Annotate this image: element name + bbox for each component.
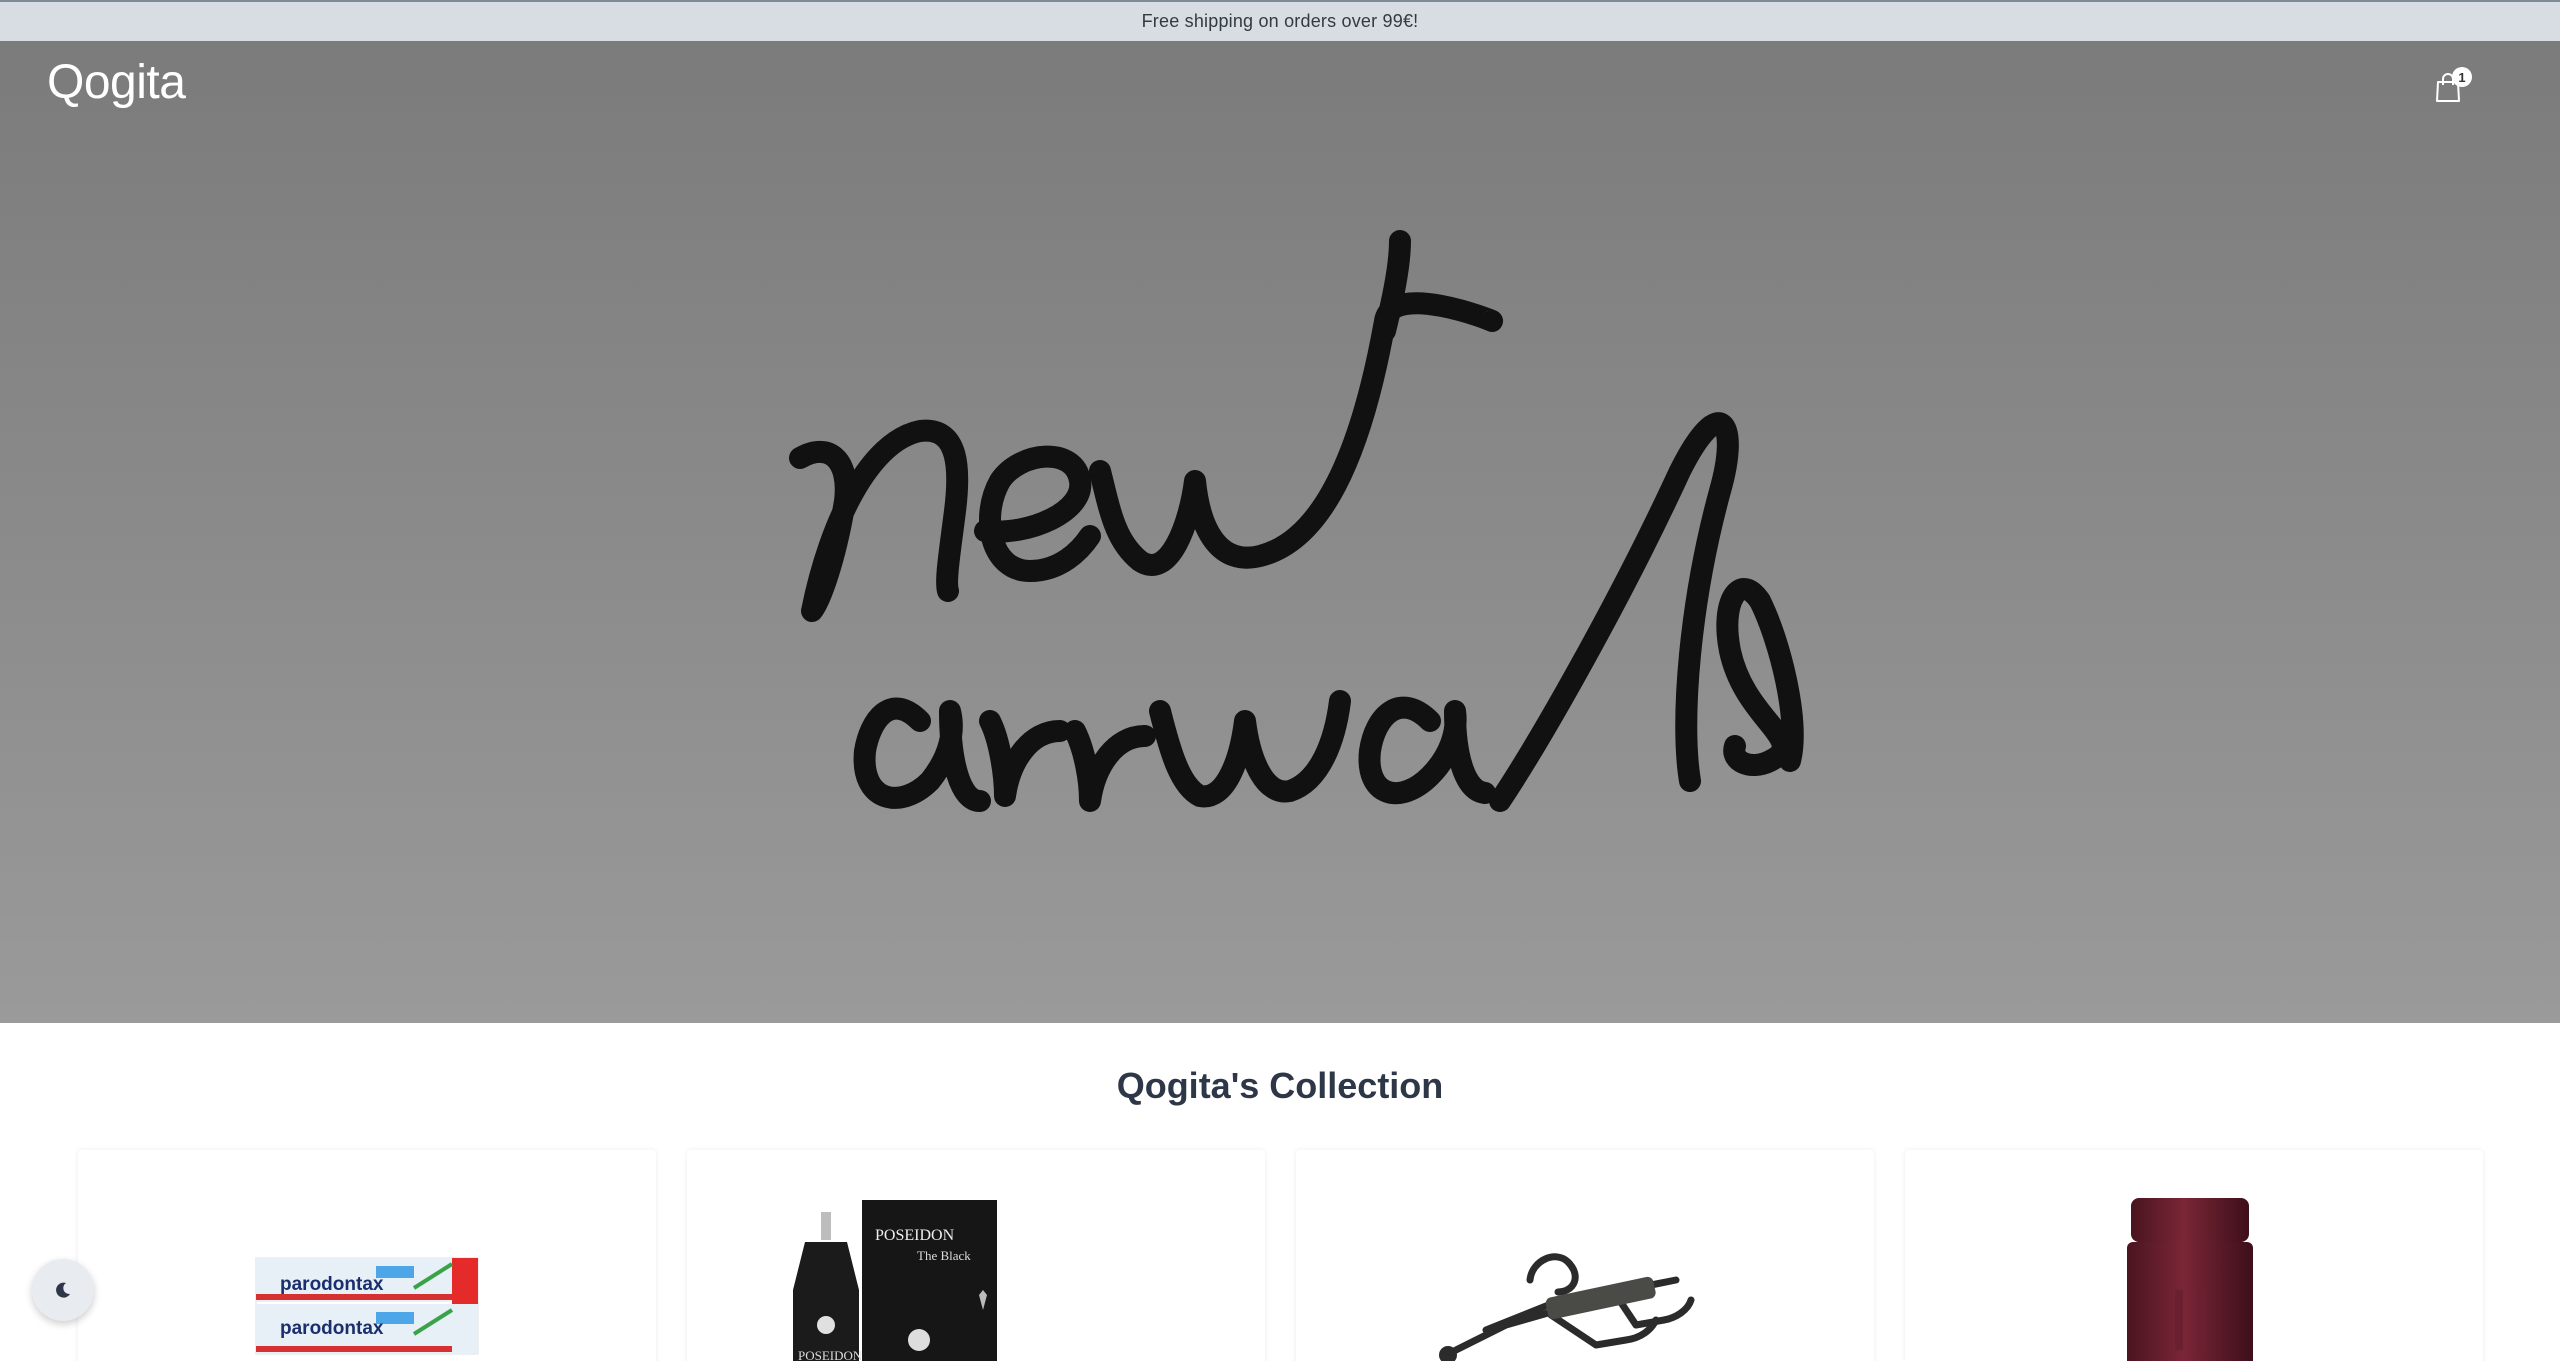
product-card[interactable]: POSEIDON POSEIDON The Black — [687, 1150, 1265, 1361]
announcement-text: Free shipping on orders over 99€! — [1141, 11, 1419, 31]
dark-mode-toggle[interactable] — [32, 1259, 94, 1321]
toothpaste-brand-top: parodontax — [280, 1274, 384, 1295]
product-grid: parodontax parodontax POSEIDON POSEIDON … — [78, 1150, 2483, 1361]
toothpaste-brand-bottom: parodontax — [280, 1318, 384, 1339]
product-card[interactable] — [1905, 1150, 2483, 1361]
hero-banner[interactable]: Qogita 1 — [0, 41, 2560, 1023]
bottle-label: POSEIDON — [798, 1348, 863, 1361]
perfume-box-brand: POSEIDON — [875, 1227, 955, 1244]
perfume-box-subtitle: The Black — [917, 1248, 971, 1263]
product-card[interactable] — [1296, 1150, 1874, 1361]
new-arrivals-handwriting — [789, 230, 1804, 812]
perfume-product-image: POSEIDON POSEIDON The Black — [793, 1200, 997, 1361]
collection-title: Qogita's Collection — [1116, 1065, 1444, 1106]
toothpaste-product-image: parodontax parodontax — [255, 1257, 479, 1355]
snow-sled-product-image — [1439, 1253, 1695, 1361]
moon-icon — [56, 1282, 70, 1298]
product-card[interactable]: parodontax parodontax — [78, 1150, 656, 1361]
cologne-bottle-product-image — [2127, 1198, 2253, 1361]
announcement-bar: Free shipping on orders over 99€! — [0, 0, 2560, 41]
